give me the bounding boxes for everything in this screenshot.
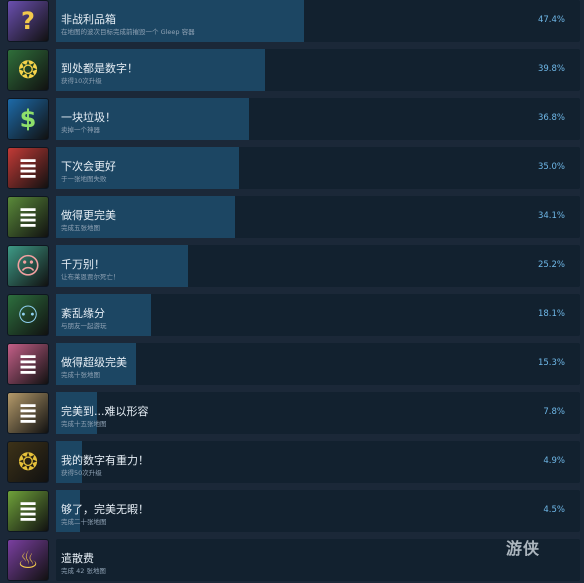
cake-icon: ♨	[7, 539, 49, 581]
progress-bar: 下次会更好于一张地图失败 35.0%	[56, 147, 580, 189]
achievement-description: 完成十张地图	[61, 371, 100, 379]
progress-bar: 做得更完美完成五张地图 34.1%	[56, 196, 580, 238]
progress-bar: 非战利品箱在地图的波次目标完成前摧毁一个 Gleep 容器 47.4%	[56, 0, 580, 42]
unlock-percent: 25.2%	[537, 260, 565, 270]
progress-bar: 到处都是数字！ 获得10次升级 39.8%	[56, 49, 580, 91]
unlock-percent: 34.1%	[537, 211, 565, 221]
icon-glyph: ☹	[15, 252, 41, 280]
achievement-title: 非战利品箱	[61, 13, 116, 26]
achievement-row[interactable]: ❂ 到处都是数字！ 获得10次升级 39.8%	[0, 49, 584, 93]
unlock-percent: 35.0%	[537, 162, 565, 172]
achievement-title: 下次会更好	[61, 160, 116, 173]
dollar-icon: $	[7, 98, 49, 140]
achievement-row[interactable]: ≣ 够了，完美无暇！ 完成二十张地图 4.5%	[0, 490, 584, 534]
progress-bar: 够了，完美无暇！ 完成二十张地图 4.5%	[56, 490, 580, 532]
achievement-row[interactable]: ≣ 下次会更好于一张地图失败 35.0%	[0, 147, 584, 191]
achievement-description: 获得10次升级	[61, 77, 102, 85]
unlock-percent: 4.9%	[543, 456, 565, 466]
progress-bar: 遣散费完成 42 张地图	[56, 539, 580, 581]
list-lime-icon: ≣	[7, 490, 49, 532]
achievement-title: 够了，完美无暇！	[61, 503, 149, 516]
list-red-icon: ≣	[7, 147, 49, 189]
unlock-percent: 18.1%	[537, 309, 565, 319]
icon-glyph: ?	[21, 7, 35, 35]
unlock-percent: 47.4%	[537, 15, 565, 25]
icon-glyph: ≣	[17, 154, 39, 182]
achievement-description: 与朋友一起游玩	[61, 322, 107, 330]
unlock-percent: 4.5%	[543, 505, 565, 515]
achievement-row[interactable]: ❂ 我的数字有重力！ 获得50次升级 4.9%	[0, 441, 584, 485]
friends-icon: ⚇	[7, 294, 49, 336]
icon-glyph: $	[19, 105, 37, 133]
watermark: 游侠	[506, 539, 541, 558]
progress-bar: 紊乱缘分与朋友一起游玩 18.1%	[56, 294, 580, 336]
achievement-description: 获得50次升级	[61, 469, 102, 477]
achievement-description: 完成十五张地图	[61, 420, 107, 428]
achievement-title: 做得更完美	[61, 209, 116, 222]
progress-bar: 完美到...难以形容完成十五张地图 7.8%	[56, 392, 580, 434]
icon-glyph: ⚇	[17, 301, 39, 329]
achievement-description: 完成五张地图	[61, 224, 100, 232]
achievement-title: 紊乱缘分	[61, 307, 105, 320]
progress-bar: 做得超级完美完成十张地图 15.3%	[56, 343, 580, 385]
list-beige-icon: ≣	[7, 392, 49, 434]
balloons-icon: ❂	[7, 441, 49, 483]
achievement-description: 让布莱恩贾尔死亡！	[61, 273, 120, 281]
achievement-title: 遣散费	[61, 552, 94, 565]
achievement-title: 完美到...难以形容	[61, 405, 149, 418]
progress-bar: 一块垃圾！ 卖掉一个神器 36.8%	[56, 98, 580, 140]
achievement-title: 千万别！	[61, 258, 105, 271]
achievement-row[interactable]: ⚇ 紊乱缘分与朋友一起游玩 18.1%	[0, 294, 584, 338]
achievement-row[interactable]: ≣ 完美到...难以形容完成十五张地图 7.8%	[0, 392, 584, 436]
list-green-icon: ≣	[7, 196, 49, 238]
achievement-list: ? 非战利品箱在地图的波次目标完成前摧毁一个 Gleep 容器 47.4% ❂ 到处都是…	[0, 0, 584, 582]
achievement-title: 做得超级完美	[61, 356, 127, 369]
progress-bar: 我的数字有重力！ 获得50次升级 4.9%	[56, 441, 580, 483]
achievement-row[interactable]: ? 非战利品箱在地图的波次目标完成前摧毁一个 Gleep 容器 47.4%	[0, 0, 584, 44]
achievement-description: 在地图的波次目标完成前摧毁一个 Gleep 容器	[61, 28, 195, 36]
unlock-percent: 36.8%	[537, 113, 565, 123]
achievement-description: 完成二十张地图	[61, 518, 107, 526]
unlock-percent: 7.8%	[543, 407, 565, 417]
icon-glyph: ❂	[17, 448, 39, 476]
icon-glyph: ≣	[17, 497, 39, 525]
loot-box-icon: ?	[7, 0, 49, 42]
icon-glyph: ≣	[17, 203, 39, 231]
icon-glyph: ❂	[17, 56, 39, 84]
achievement-description: 卖掉一个神器	[61, 126, 100, 134]
icon-glyph: ≣	[17, 399, 39, 427]
achievement-title: 我的数字有重力！	[61, 454, 149, 467]
unlock-percent: 39.8%	[537, 64, 565, 74]
list-pink-icon: ≣	[7, 343, 49, 385]
unlock-percent: 15.3%	[537, 358, 565, 368]
icon-glyph: ♨	[17, 546, 39, 574]
achievement-row[interactable]: ♨ 遣散费完成 42 张地图	[0, 539, 584, 583]
achievement-row[interactable]: ≣ 做得超级完美完成十张地图 15.3%	[0, 343, 584, 387]
achievement-description: 于一张地图失败	[61, 175, 107, 183]
monster-face-icon: ☹	[7, 245, 49, 287]
progress-bar: 千万别！ 让布莱恩贾尔死亡！ 25.2%	[56, 245, 580, 287]
achievement-description: 完成 42 张地图	[61, 567, 106, 575]
icon-glyph: ≣	[17, 350, 39, 378]
balloon-icon: ❂	[7, 49, 49, 91]
achievement-row[interactable]: ≣ 做得更完美完成五张地图 34.1%	[0, 196, 584, 240]
achievement-title: 一块垃圾！	[61, 111, 116, 124]
achievement-row[interactable]: ☹ 千万别！ 让布莱恩贾尔死亡！ 25.2%	[0, 245, 584, 289]
achievement-row[interactable]: $ 一块垃圾！ 卖掉一个神器 36.8%	[0, 98, 584, 142]
achievement-title: 到处都是数字！	[61, 62, 138, 75]
